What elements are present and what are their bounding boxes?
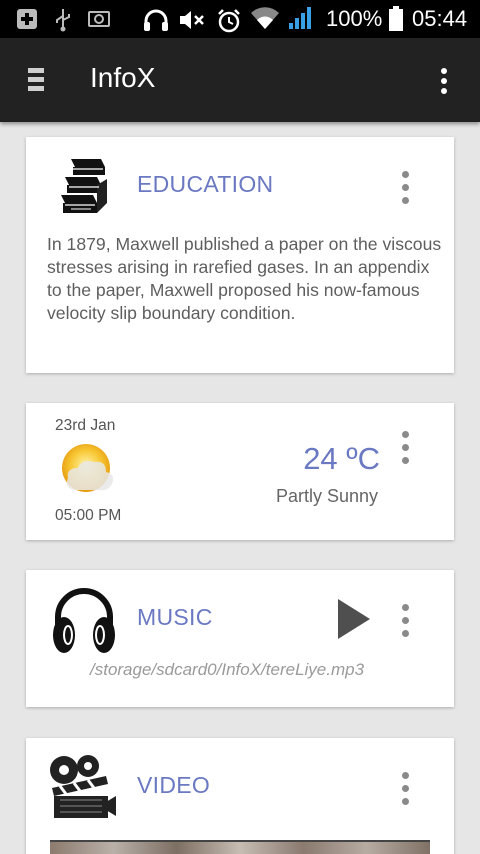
- education-overflow-button[interactable]: [390, 171, 420, 215]
- dot: [401, 772, 409, 779]
- weather-date: 23rd Jan: [55, 417, 116, 434]
- wifi-icon: [251, 7, 279, 30]
- video-thumbnail[interactable]: [50, 840, 430, 854]
- play-icon: [338, 599, 370, 639]
- app-title: InfoX: [90, 62, 156, 93]
- education-text: In 1879, Maxwell published a paper on th…: [47, 234, 442, 323]
- dot: [401, 604, 409, 611]
- weather-time: 05:00 PM: [55, 507, 122, 524]
- headphones-icon: [144, 9, 168, 31]
- play-button[interactable]: [336, 599, 372, 639]
- drawer-menu-button[interactable]: [28, 68, 48, 94]
- battery-percent: 100%: [326, 6, 383, 31]
- education-title: EDUCATION: [137, 171, 274, 197]
- signal-icon: [289, 7, 311, 29]
- alarm-icon: [218, 9, 240, 33]
- video-title: VIDEO: [137, 772, 211, 798]
- books-icon: [61, 159, 107, 213]
- video-overflow-button[interactable]: [390, 772, 420, 816]
- mute-icon: [180, 11, 204, 29]
- menu-bar: [28, 86, 44, 91]
- dot: [401, 197, 409, 204]
- dot: [401, 171, 409, 178]
- music-file-path: /storage/sdcard0/InfoX/tereLiye.mp3: [90, 660, 365, 679]
- screenshot-icon: [88, 11, 110, 27]
- video-card[interactable]: VIDEO: [26, 738, 454, 854]
- app-bar: InfoX: [0, 38, 480, 122]
- music-overflow-button[interactable]: [390, 604, 420, 648]
- weather-temperature: 24 ºC: [303, 441, 380, 476]
- dot: [441, 88, 447, 94]
- weather-condition: Partly Sunny: [275, 486, 378, 506]
- add-notification-icon: [17, 9, 37, 29]
- film-clapper-icon: [50, 755, 116, 818]
- dot: [441, 78, 447, 84]
- clock: 05:44: [412, 6, 468, 31]
- headphones-icon: [53, 588, 115, 653]
- usb-icon: [56, 9, 70, 32]
- battery-icon: [389, 6, 403, 31]
- dot: [401, 431, 409, 438]
- dot: [401, 798, 409, 805]
- education-card[interactable]: EDUCATION In 1879, Maxwell published a p…: [26, 137, 454, 373]
- dot: [401, 617, 409, 624]
- menu-bar: [28, 77, 44, 82]
- dot: [401, 184, 409, 191]
- music-title: MUSIC: [137, 604, 213, 630]
- dot: [441, 68, 447, 74]
- dot: [401, 785, 409, 792]
- weather-overflow-button[interactable]: [390, 431, 420, 475]
- app-overflow-menu-button[interactable]: [429, 68, 459, 112]
- weather-card[interactable]: 23rd Jan 05:00 PM 24 ºC Partly Sunny: [26, 403, 454, 540]
- dot: [401, 444, 409, 451]
- dot: [401, 630, 409, 637]
- menu-bar: [28, 68, 44, 73]
- dot: [401, 457, 409, 464]
- status-bar: 100% 05:44: [0, 0, 480, 38]
- music-card[interactable]: MUSIC /storage/sdcard0/InfoX/tereLiye.mp…: [26, 570, 454, 707]
- partly-sunny-icon: [62, 444, 114, 492]
